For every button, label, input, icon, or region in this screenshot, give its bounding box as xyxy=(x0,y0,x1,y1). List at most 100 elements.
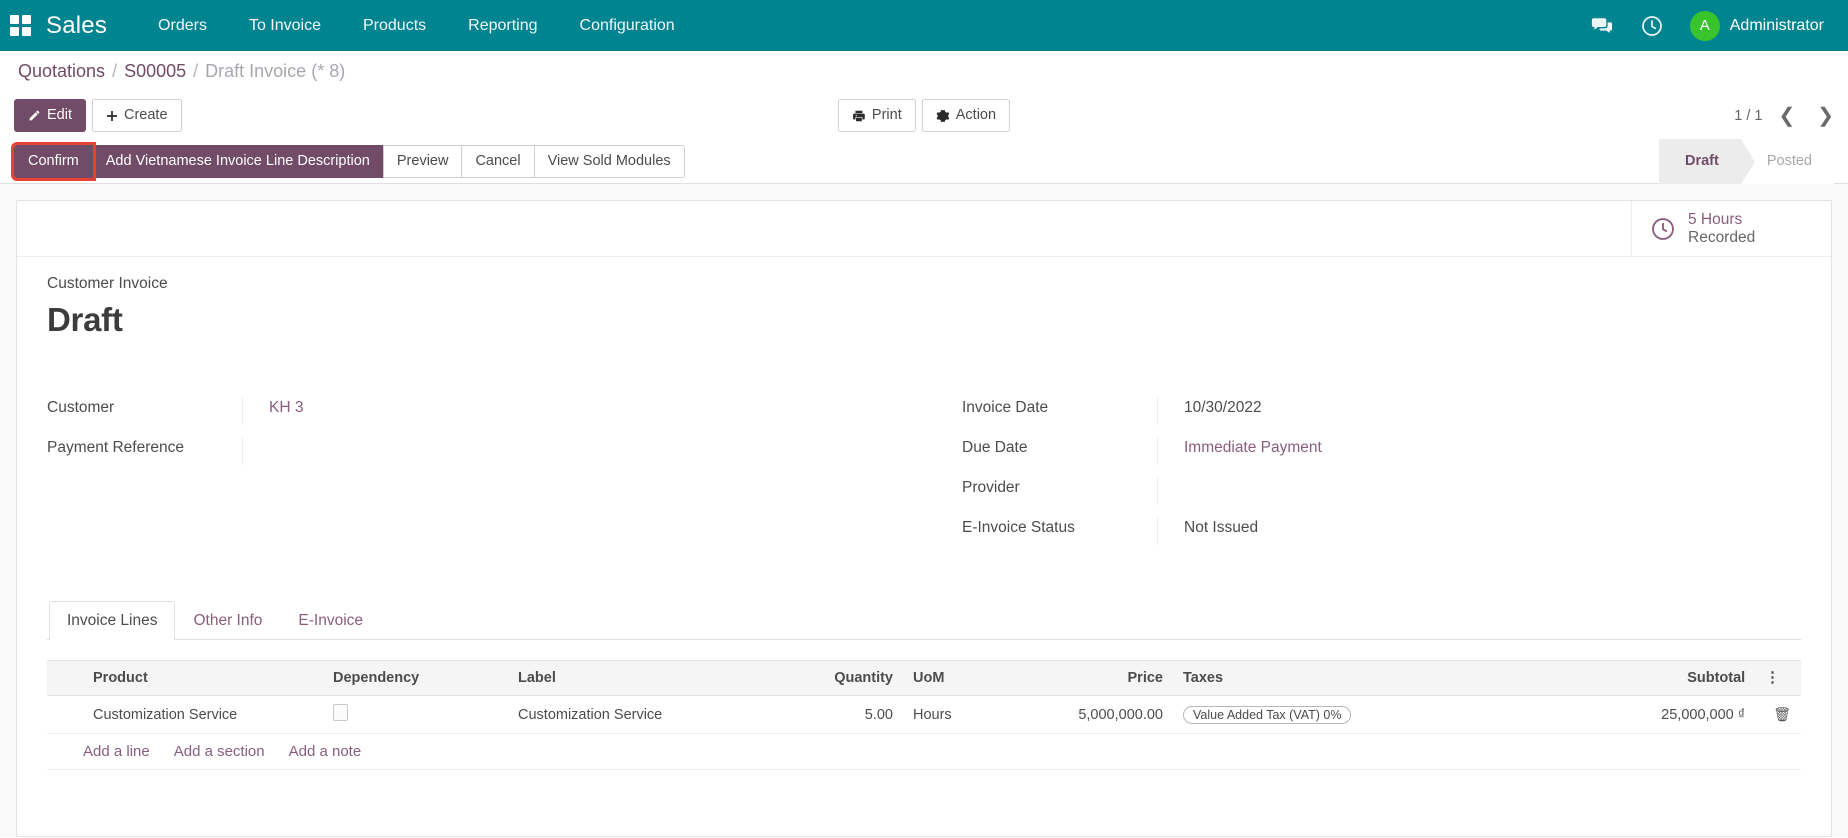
column-header-dependency[interactable]: Dependency xyxy=(323,660,508,696)
cell-price[interactable]: 5,000,000.00 xyxy=(1003,695,1173,734)
printer-icon xyxy=(853,110,865,121)
menu-item-products[interactable]: Products xyxy=(342,11,447,41)
breadcrumb-item-quotations[interactable]: Quotations xyxy=(18,61,105,82)
field-invoice-date-value[interactable]: 10/30/2022 xyxy=(1157,397,1741,425)
add-a-note-link[interactable]: Add a note xyxy=(289,743,362,760)
preview-button[interactable]: Preview xyxy=(382,144,463,178)
menu-item-reporting[interactable]: Reporting xyxy=(447,11,558,41)
smart-button-label: Recorded xyxy=(1688,228,1756,246)
control-panel-left: Edit Create xyxy=(14,99,182,132)
menu-item-orders[interactable]: Orders xyxy=(137,11,228,41)
column-header-label[interactable]: Label xyxy=(508,660,753,696)
field-customer-value[interactable]: KH 3 xyxy=(242,397,864,425)
apps-grid-icon[interactable] xyxy=(10,14,32,37)
field-payment-reference-value[interactable] xyxy=(242,437,864,465)
invoice-lines-body: Customization Service Customization Serv… xyxy=(47,695,1801,770)
field-provider-value[interactable] xyxy=(1157,477,1741,505)
menu-item-configuration[interactable]: Configuration xyxy=(559,11,696,41)
cell-taxes[interactable]: Value Added Tax (VAT) 0% xyxy=(1173,695,1483,734)
create-button[interactable]: Create xyxy=(92,99,182,132)
control-panel: Edit Create Print Action 1 / 1 ❮ ❯ xyxy=(0,92,1848,139)
edit-button-label: Edit xyxy=(47,107,72,123)
handle-column-header xyxy=(47,660,83,696)
pager-value: 1 / 1 xyxy=(1734,107,1763,124)
field-einvoice-status-label: E-Invoice Status xyxy=(962,519,1075,536)
form-kicker: Customer Invoice xyxy=(47,275,168,292)
cell-uom[interactable]: Hours xyxy=(903,695,1003,734)
field-einvoice-status: E-Invoice Status Not Issued xyxy=(962,517,1741,557)
add-vietnamese-invoice-line-description-button[interactable]: Add Vietnamese Invoice Line Description xyxy=(91,144,384,178)
table-row[interactable]: Customization Service Customization Serv… xyxy=(47,695,1801,734)
tab-e-invoice[interactable]: E-Invoice xyxy=(280,601,381,640)
avatar: A xyxy=(1689,10,1720,41)
plus-icon xyxy=(107,110,117,121)
field-customer: Customer KH 3 xyxy=(47,397,864,437)
pager-arrows: ❮ ❯ xyxy=(1778,106,1834,126)
action-button[interactable]: Action xyxy=(921,99,1011,132)
menu-item-to-invoice[interactable]: To Invoice xyxy=(228,11,342,41)
cell-quantity[interactable]: 5.00 xyxy=(753,695,903,734)
clock-icon[interactable] xyxy=(1640,14,1664,38)
column-header-subtotal[interactable]: Subtotal xyxy=(1483,660,1756,696)
subtotal-value: 25,000,000 ₫ xyxy=(1661,706,1746,723)
smart-button-hours-recorded[interactable]: 5 Hours Recorded xyxy=(1631,201,1831,256)
chevron-right-icon[interactable]: ❯ xyxy=(1817,106,1834,126)
table-header-row: Product Dependency Label Quantity UoM Pr… xyxy=(47,660,1801,696)
column-header-uom[interactable]: UoM xyxy=(903,660,1003,696)
tab-invoice-lines[interactable]: Invoice Lines xyxy=(49,601,176,640)
breadcrumb-item-current: Draft Invoice (* 8) xyxy=(205,61,346,81)
cell-label[interactable]: Customization Service xyxy=(508,695,753,734)
print-button[interactable]: Print xyxy=(837,99,916,132)
field-invoice-date: Invoice Date 10/30/2022 xyxy=(962,397,1741,437)
smart-button-bar: 5 Hours Recorded xyxy=(17,201,1831,257)
column-header-product[interactable]: Product xyxy=(83,660,323,696)
field-due-date-value[interactable]: Immediate Payment xyxy=(1157,437,1741,465)
print-button-label: Print xyxy=(871,107,902,123)
navbar-systray: A Administrator xyxy=(1590,10,1832,41)
vertical-dots-icon[interactable]: ⋮ xyxy=(1755,660,1801,696)
breadcrumb-separator: / xyxy=(193,61,199,81)
user-menu[interactable]: A Administrator xyxy=(1689,10,1824,41)
form-sheet: 5 Hours Recorded Customer Invoice Draft … xyxy=(16,200,1832,837)
chevron-left-icon[interactable]: ❮ xyxy=(1778,106,1795,126)
field-provider-label: Provider xyxy=(962,479,1020,496)
edit-button[interactable]: Edit xyxy=(14,99,86,132)
top-navbar: Sales Orders To Invoice Products Reporti… xyxy=(0,0,1848,51)
breadcrumb-item-s00005[interactable]: S00005 xyxy=(124,61,186,82)
cancel-button[interactable]: Cancel xyxy=(461,144,535,178)
dependency-checkbox[interactable] xyxy=(333,704,348,721)
add-a-section-link[interactable]: Add a section xyxy=(174,743,265,760)
create-button-label: Create xyxy=(124,107,168,123)
breadcrumb-separator: / xyxy=(112,61,118,81)
status-pill-draft[interactable]: Draft xyxy=(1659,138,1755,184)
trash-icon[interactable]: 🗑 xyxy=(1773,706,1791,722)
smart-button-value: 5 Hours xyxy=(1688,210,1743,228)
add-a-line-link[interactable]: Add a line xyxy=(83,743,150,760)
form-columns: Customer KH 3 Payment Reference Invoice … xyxy=(47,397,1801,557)
invoice-lines-header: Product Dependency Label Quantity UoM Pr… xyxy=(47,660,1801,696)
column-header-taxes[interactable]: Taxes xyxy=(1173,660,1483,696)
view-sold-modules-button[interactable]: View Sold Modules xyxy=(533,144,685,178)
row-drag-handle[interactable] xyxy=(47,695,83,734)
column-header-price[interactable]: Price xyxy=(1003,660,1173,696)
confirm-button[interactable]: Confirm xyxy=(11,141,96,181)
cell-dependency xyxy=(323,695,508,734)
add-row: Add a line Add a section Add a note xyxy=(47,733,1801,770)
field-payment-reference: Payment Reference xyxy=(47,437,864,477)
smart-button-text: 5 Hours Recorded xyxy=(1688,211,1755,247)
form-body: Customer Invoice Draft Customer KH 3 Pay… xyxy=(17,257,1831,770)
tab-other-info[interactable]: Other Info xyxy=(175,601,280,640)
form-background: 5 Hours Recorded Customer Invoice Draft … xyxy=(0,184,1848,837)
field-due-date-label: Due Date xyxy=(962,439,1028,456)
app-brand-sales[interactable]: Sales xyxy=(46,12,107,40)
field-provider: Provider xyxy=(962,477,1741,517)
field-einvoice-status-value: Not Issued xyxy=(1157,517,1741,545)
user-name-label: Administrator xyxy=(1729,16,1824,34)
add-links: Add a line Add a section Add a note xyxy=(57,743,1791,760)
column-header-quantity[interactable]: Quantity xyxy=(753,660,903,696)
messages-icon[interactable] xyxy=(1590,14,1614,38)
cell-subtotal: 25,000,000 ₫ xyxy=(1483,695,1756,734)
page-title: Draft xyxy=(47,301,123,338)
cell-product[interactable]: Customization Service xyxy=(83,695,323,734)
status-pills: Draft Posted xyxy=(1659,138,1834,184)
